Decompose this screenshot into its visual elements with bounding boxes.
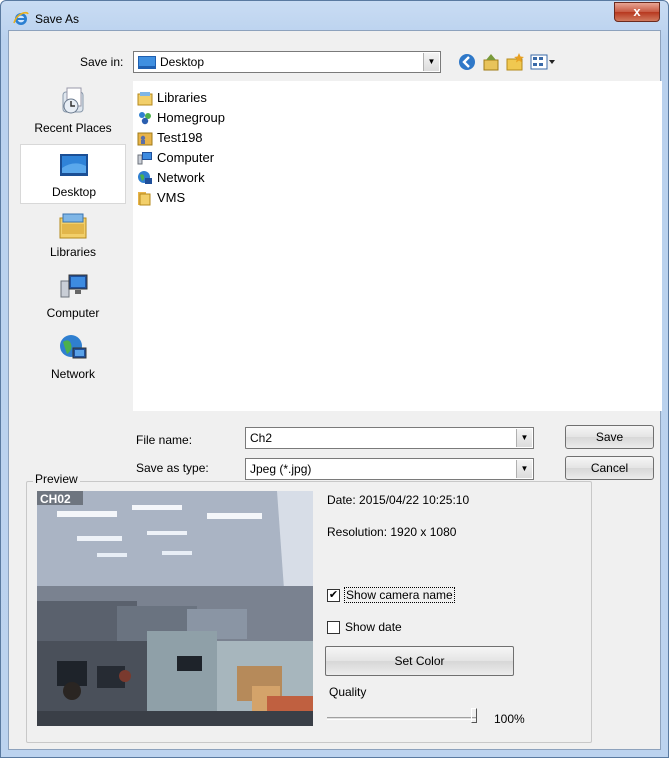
show-camera-name-label[interactable]: Show camera name	[344, 587, 455, 603]
places-item-desktop[interactable]: Desktop	[20, 144, 126, 204]
network-icon	[138, 171, 152, 184]
file-name-input[interactable]: Ch2 ▼	[245, 427, 534, 449]
places-item-label: Libraries	[49, 245, 97, 259]
list-item[interactable]: Computer	[137, 148, 337, 167]
set-color-button[interactable]: Set Color	[325, 646, 514, 676]
quality-slider-thumb[interactable]	[471, 708, 477, 723]
show-date-label[interactable]: Show date	[345, 620, 402, 634]
file-name-label: Computer	[157, 150, 215, 165]
libraries-icon	[137, 92, 153, 106]
places-item-recent-places[interactable]: Recent Places	[20, 81, 126, 141]
save-type-select[interactable]: Jpeg (*.jpg) ▼	[245, 458, 534, 480]
list-item[interactable]: Libraries	[137, 88, 337, 107]
quality-label: Quality	[329, 685, 367, 699]
places-bar: Recent Places Desktop Libraries Computer…	[20, 81, 126, 391]
up-folder-icon[interactable]	[481, 52, 501, 72]
save-in-combo[interactable]: Desktop ▼	[133, 51, 441, 73]
places-item-label: Network	[50, 367, 95, 381]
places-item-network[interactable]: Network	[20, 327, 126, 387]
cancel-button[interactable]: Cancel	[565, 456, 654, 480]
chevron-down-icon[interactable]: ▼	[516, 460, 532, 478]
places-item-computer[interactable]: Computer	[20, 266, 126, 326]
show-date-checkbox[interactable]	[327, 621, 340, 634]
places-item-label: Desktop	[51, 185, 97, 199]
camera-preview-image: CH02	[37, 491, 313, 726]
close-button[interactable]: x	[614, 2, 660, 22]
file-name-label: Test198	[157, 130, 203, 145]
save-in-value: Desktop	[160, 55, 205, 69]
save-in-label: Save in:	[80, 55, 124, 69]
resolution-text: Resolution: 1920 x 1080	[327, 525, 457, 539]
chevron-down-icon[interactable]: ▼	[423, 53, 439, 71]
quality-slider-track[interactable]	[327, 717, 476, 720]
desktop-icon	[138, 56, 156, 69]
homegroup-icon	[139, 112, 151, 125]
computer-icon	[60, 274, 88, 298]
quality-value-text: 100%	[494, 712, 525, 726]
file-name-label: VMS	[157, 190, 186, 205]
office-scene-image: CH02	[37, 491, 313, 726]
window-title: Save As	[35, 12, 80, 26]
file-name-value: Ch2	[250, 431, 273, 445]
chevron-down-icon[interactable]: ▼	[516, 429, 532, 447]
new-folder-icon[interactable]	[505, 52, 525, 72]
list-item[interactable]: Homegroup	[137, 108, 337, 127]
date-text: Date: 2015/04/22 10:25:10	[327, 493, 470, 507]
list-item[interactable]: VMS	[137, 188, 337, 207]
show-camera-name-checkbox[interactable]: ✔	[327, 589, 340, 602]
preview-legend: Preview	[33, 472, 80, 486]
list-item[interactable]: Network	[137, 168, 337, 187]
places-item-label: Computer	[46, 306, 100, 320]
libraries-icon	[59, 213, 87, 239]
user-folder-icon	[137, 132, 153, 146]
camera-name-overlay: CH02	[40, 492, 71, 506]
file-name-label: Network	[157, 170, 205, 185]
file-list[interactable]: Libraries Homegroup Test198 Computer Net…	[133, 81, 662, 411]
back-icon[interactable]	[457, 52, 477, 72]
computer-icon	[137, 152, 152, 165]
internet-explorer-icon	[13, 11, 29, 25]
save-button[interactable]: Save	[565, 425, 654, 449]
dialog-client-area: Save in: Desktop ▼ Recent Places Desktop…	[8, 30, 662, 750]
desktop-icon	[60, 154, 88, 176]
save-type-label: Save as type:	[136, 461, 209, 475]
network-icon	[60, 335, 87, 359]
places-item-libraries[interactable]: Libraries	[20, 205, 126, 265]
file-name-label: Libraries	[157, 90, 207, 105]
recent-places-icon	[62, 87, 84, 114]
save-type-value: Jpeg (*.jpg)	[250, 462, 312, 476]
list-item[interactable]: Test198	[137, 128, 337, 147]
view-menu-icon[interactable]	[529, 52, 557, 72]
folder-icon	[138, 192, 151, 206]
places-item-label: Recent Places	[34, 121, 112, 135]
file-name-label: Homegroup	[157, 110, 225, 125]
file-name-label: File name:	[136, 433, 193, 447]
